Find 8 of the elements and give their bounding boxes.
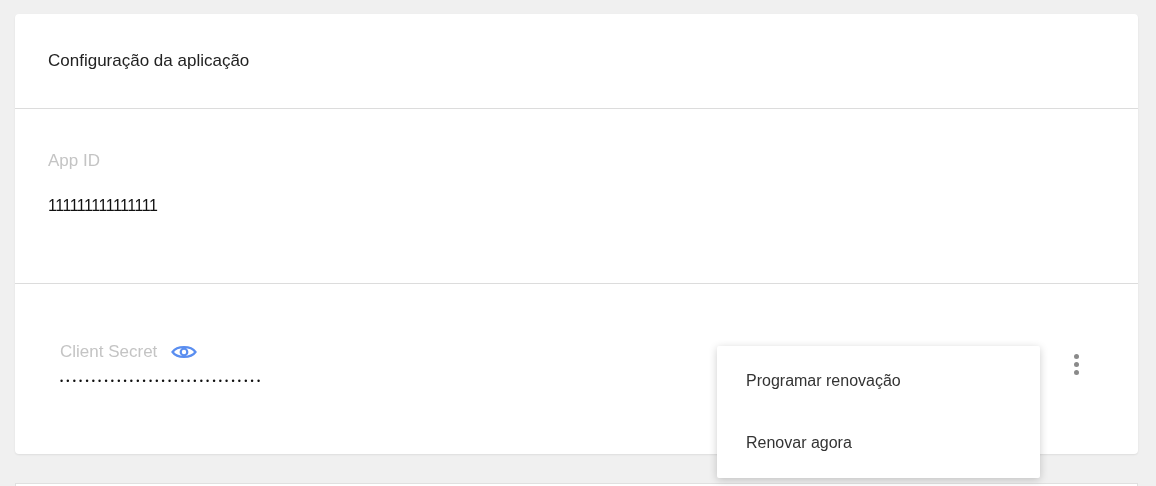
field-label: App ID bbox=[48, 151, 100, 170]
card-title: Configuração da aplicação bbox=[15, 14, 1138, 109]
secret-value: •••••••••••••••••••••••••••••••• bbox=[60, 376, 264, 386]
app-id-value: 111111111111111 bbox=[48, 197, 158, 215]
field-label: Client Secret bbox=[60, 342, 158, 362]
eye-icon[interactable] bbox=[171, 344, 198, 360]
menu-item[interactable]: Programar renovação bbox=[717, 350, 1040, 412]
menu-item[interactable]: Renovar agora bbox=[717, 412, 1040, 474]
